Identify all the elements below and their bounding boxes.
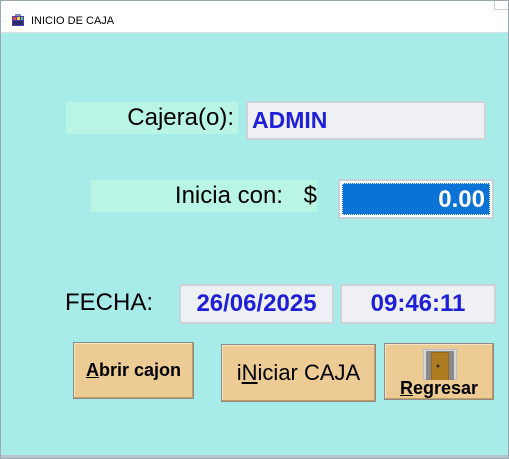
fecha-field: 26/06/2025 xyxy=(179,284,334,324)
cajero-label: Cajera(o): xyxy=(66,102,238,134)
inicio-de-caja-window: INICIO DE CAJA Cajera(o): ADMIN Inicia c… xyxy=(0,0,509,459)
fecha-label: FECHA: xyxy=(65,287,165,319)
title-bar: INICIO DE CAJA xyxy=(1,1,508,33)
iniciar-caja-hotkey: N xyxy=(241,360,258,385)
cajero-value: ADMIN xyxy=(252,107,328,133)
fecha-label-text: FECHA: xyxy=(65,289,154,316)
regresar-hotkey: R xyxy=(399,378,413,398)
cash-register-icon xyxy=(12,14,24,26)
cajero-label-text: Cajera(o): xyxy=(127,104,234,131)
window-title: INICIO DE CAJA xyxy=(31,15,115,27)
iniciar-caja-button[interactable]: iNiciar CAJA xyxy=(221,344,376,402)
title-bar-edge xyxy=(494,1,508,10)
regresar-button[interactable]: Regresar xyxy=(384,343,494,400)
currency-symbol: $ xyxy=(303,182,317,209)
regresar-label: egresar xyxy=(412,378,479,398)
abrir-cajon-label: brir cajon xyxy=(98,360,182,380)
iniciar-caja-label: iciar CAJA xyxy=(257,360,361,385)
abrir-cajon-button[interactable]: Abrir cajon xyxy=(73,342,194,399)
door-icon xyxy=(423,349,457,380)
inicia-con-value[interactable]: 0.00 xyxy=(342,183,490,215)
inicia-con-input[interactable]: 0.00 xyxy=(338,179,494,219)
regresar-text: Regresar xyxy=(385,378,493,398)
hora-value: 09:46:11 xyxy=(370,290,466,317)
cajero-field: ADMIN xyxy=(246,101,486,140)
fecha-value: 26/06/2025 xyxy=(196,290,317,317)
inicia-con-label-text: Inicia con: xyxy=(174,182,283,209)
inicia-con-label: Inicia con: $ xyxy=(91,180,317,212)
window-bottom-border xyxy=(1,455,508,458)
hora-field: 09:46:11 xyxy=(340,284,496,324)
abrir-cajon-hotkey: A xyxy=(85,360,99,380)
